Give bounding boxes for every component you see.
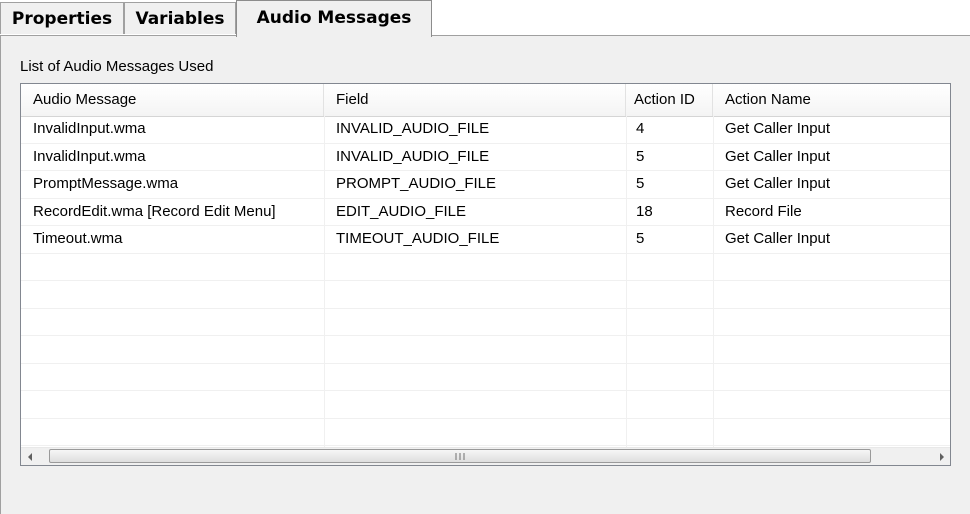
cell-action-id: 5 xyxy=(636,175,645,192)
tab-baseline xyxy=(0,35,970,36)
cell-field: EDIT_AUDIO_FILE xyxy=(336,202,467,220)
chevron-left-icon[interactable] xyxy=(21,448,38,465)
chevron-right-icon[interactable] xyxy=(933,448,950,465)
cell-field: INVALID_AUDIO_FILE xyxy=(336,120,490,137)
horizontal-scrollbar[interactable] xyxy=(21,447,950,465)
cell-action-id: 4 xyxy=(636,120,645,137)
table-row[interactable]: RecordEdit.wma [Record Edit Menu] EDIT_AU… xyxy=(21,199,950,226)
tab-audio-messages[interactable]: Audio Messages xyxy=(236,0,432,37)
cell-action-id xyxy=(626,254,713,280)
column-header-audio-message[interactable]: Audio Message xyxy=(21,84,324,116)
scrollbar-thumb[interactable] xyxy=(49,449,871,463)
cell-action-id: 5 xyxy=(636,230,645,247)
table-row[interactable]: Timeout.wma TIMEOUT_AUDIO_FILE 5 Get Caller… xyxy=(21,226,950,254)
table-row[interactable]: PromptMessage.wma PROMPT_AUDIO_FILE 5 Get C… xyxy=(21,171,950,199)
cell-action-id xyxy=(626,309,713,335)
table-row[interactable] xyxy=(21,254,950,281)
cell-audio-message xyxy=(21,419,324,445)
cell-field: TIMEOUT_AUDIO_FILE xyxy=(336,230,500,247)
audio-messages-list[interactable]: Audio Message Field Action ID Action Nam… xyxy=(20,83,951,466)
tab-strip: Properties Variables Audio Messages xyxy=(0,0,970,37)
table-row[interactable]: InvalidInput.wma INVALID_AUDIO_FILE 4 Get C… xyxy=(21,116,950,144)
table-row[interactable]: InvalidInput.wma INVALID_AUDIO_FILE 5 Get C… xyxy=(21,144,950,171)
cell-audio-message xyxy=(21,391,324,417)
column-header-action-id[interactable]: Action ID xyxy=(626,84,713,116)
cell-action-id xyxy=(626,281,713,307)
cell-field xyxy=(324,419,626,445)
grip-icon xyxy=(455,453,465,460)
cell-audio-message xyxy=(21,336,324,362)
cell-field: INVALID_AUDIO_FILE xyxy=(336,147,490,165)
list-rows: InvalidInput.wma INVALID_AUDIO_FILE 4 Get C… xyxy=(21,116,950,465)
cell-action-name xyxy=(713,281,950,307)
cell-action-id xyxy=(626,391,713,417)
tab-properties[interactable]: Properties xyxy=(0,2,124,34)
audio-messages-window: Properties Variables Audio Messages List… xyxy=(0,0,970,514)
page-border xyxy=(0,35,1,514)
cell-action-id: 5 xyxy=(636,147,645,165)
cell-audio-message xyxy=(21,309,324,335)
cell-audio-message: RecordEdit.wma [Record Edit Menu] xyxy=(33,202,276,220)
table-row[interactable] xyxy=(21,309,950,336)
cell-audio-message xyxy=(21,254,324,280)
cell-action-name: Get Caller Input xyxy=(725,175,831,192)
cell-field: PROMPT_AUDIO_FILE xyxy=(336,175,497,192)
column-header-action-name[interactable]: Action Name xyxy=(713,84,950,116)
cell-audio-message: InvalidInput.wma xyxy=(33,120,146,137)
cell-audio-message: InvalidInput.wma xyxy=(33,147,146,165)
column-header-field[interactable]: Field xyxy=(324,84,626,116)
cell-action-id xyxy=(626,364,713,390)
list-header: Audio Message Field Action ID Action Nam… xyxy=(21,84,950,117)
cell-action-id xyxy=(626,419,713,445)
cell-field xyxy=(324,391,626,417)
cell-audio-message: Timeout.wma xyxy=(33,230,123,247)
cell-field xyxy=(324,281,626,307)
cell-field xyxy=(324,309,626,335)
cell-audio-message xyxy=(21,281,324,307)
table-row[interactable] xyxy=(21,364,950,391)
cell-action-name xyxy=(713,336,950,362)
cell-action-name xyxy=(713,419,950,445)
cell-action-name: Get Caller Input xyxy=(725,120,831,137)
cell-field xyxy=(324,336,626,362)
list-label: List of Audio Messages Used xyxy=(20,58,214,75)
cell-action-name: Get Caller Input xyxy=(725,230,831,247)
cell-action-id: 18 xyxy=(636,202,653,220)
cell-field xyxy=(324,364,626,390)
table-row[interactable] xyxy=(21,419,950,446)
cell-audio-message: PromptMessage.wma xyxy=(33,175,179,192)
table-row[interactable] xyxy=(21,281,950,309)
table-row[interactable] xyxy=(21,391,950,419)
cell-action-name xyxy=(713,364,950,390)
tab-variables[interactable]: Variables xyxy=(124,2,236,34)
cell-action-name xyxy=(713,254,950,280)
cell-action-name xyxy=(713,309,950,335)
cell-action-name: Get Caller Input xyxy=(725,147,831,165)
cell-field xyxy=(324,254,626,280)
cell-action-name: Record File xyxy=(725,202,802,220)
cell-action-name xyxy=(713,391,950,417)
cell-action-id xyxy=(626,336,713,362)
table-row[interactable] xyxy=(21,336,950,364)
cell-audio-message xyxy=(21,364,324,390)
